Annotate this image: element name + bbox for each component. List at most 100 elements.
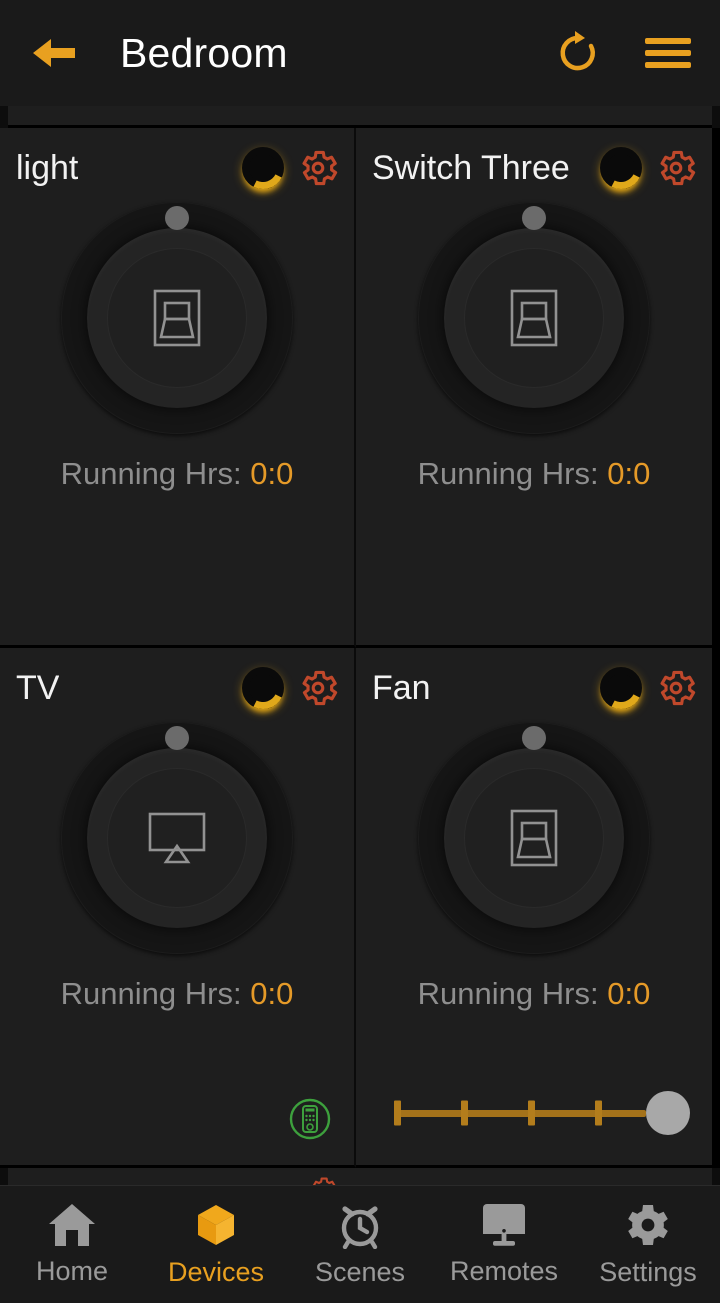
device-settings-button[interactable] [654,666,698,710]
running-hours-label: Running Hrs: [417,456,599,491]
header-actions [552,27,694,79]
power-toggle-icon[interactable] [242,667,284,709]
nav-item-settings[interactable]: Settings [576,1201,720,1288]
dial-position-indicator [165,726,189,750]
card-extras [0,1081,354,1141]
slider-tick [394,1100,401,1126]
gear-icon [660,670,696,706]
running-hours: Running Hrs: 0:0 [356,456,712,492]
menu-button[interactable] [642,27,694,79]
dial-wrapper [356,202,712,434]
device-card-switch-three[interactable]: Switch Three Running Hrs: 0:0 [356,128,712,648]
nav-item-devices[interactable]: Devices [144,1201,288,1288]
device-dial[interactable] [418,202,650,434]
device-grid: light Running Hrs: 0:0 Switch Three Runn… [0,128,720,1168]
nav-item-scenes[interactable]: Scenes [288,1201,432,1288]
dial-wrapper [0,202,354,434]
gear-icon [660,150,696,186]
card-header: light [0,128,354,194]
running-hours-value: 0:0 [607,456,651,491]
arrow-left-icon [33,39,75,67]
running-hours-value: 0:0 [250,456,294,491]
nav-label: Devices [167,1257,265,1287]
device-grid-scroll[interactable]: light Running Hrs: 0:0 Switch Three Runn… [0,106,720,1185]
refresh-button[interactable] [552,27,604,79]
device-name: light [16,148,79,187]
page-title: Bedroom [120,29,288,76]
device-name: TV [16,668,60,707]
previous-row-peek [8,106,712,128]
dial-position-indicator [165,206,189,230]
power-toggle-icon[interactable] [600,667,642,709]
device-card-tv[interactable]: TV Running Hrs: 0:0 [0,648,356,1168]
cube-icon [198,1205,234,1245]
running-hours-label: Running Hrs: [417,976,599,1011]
slider-tick [461,1100,468,1126]
running-hours: Running Hrs: 0:0 [0,456,354,492]
running-hours: Running Hrs: 0:0 [0,976,354,1012]
device-settings-button[interactable] [654,146,698,190]
app-header: Bedroom [0,0,720,106]
gear-icon [308,1174,338,1185]
running-hours-value: 0:0 [607,976,651,1011]
card-controls [600,146,698,190]
device-dial[interactable] [418,722,650,954]
dial-position-indicator [522,206,546,230]
tv-icon [148,812,206,864]
open-remote-button[interactable] [288,1097,332,1141]
rocker-switch-icon [153,289,201,347]
power-toggle-icon[interactable] [600,147,642,189]
card-controls [242,146,340,190]
running-hours-label: Running Hrs: [60,976,242,1011]
device-dial[interactable] [61,202,293,434]
remote-control-icon [289,1098,331,1140]
gear-icon [628,1205,668,1245]
refresh-icon [560,31,595,71]
slider-tick [528,1100,535,1126]
device-settings-button[interactable] [296,666,340,710]
rocker-switch-icon [510,809,558,867]
running-hours-label: Running Hrs: [60,456,242,491]
hamburger-menu-icon [645,38,691,68]
device-name: Fan [372,668,431,707]
gear-icon [302,150,338,186]
device-name: Switch Three [372,148,570,187]
dial-center [464,248,604,388]
device-card-fan[interactable]: Fan Running Hrs: 0:0 [356,648,712,1168]
nav-item-remotes[interactable]: Remotes [432,1202,576,1287]
card-header: TV [0,648,354,714]
slider-thumb[interactable] [646,1091,690,1135]
nav-item-home[interactable]: Home [0,1202,144,1287]
back-button[interactable] [26,25,82,81]
dial-position-indicator [522,726,546,750]
next-row-peek [8,1168,712,1185]
running-hours: Running Hrs: 0:0 [356,976,712,1012]
running-hours-value: 0:0 [250,976,294,1011]
app-root: Bedroom light Running Hrs: 0:0 Switch Th… [0,0,720,1303]
dial-wrapper [0,722,354,954]
card-header: Fan [356,648,712,714]
nav-label: Settings [599,1257,697,1287]
dial-center [107,768,247,908]
device-settings-button[interactable] [296,146,340,190]
dial-center [464,768,604,908]
dial-center [107,248,247,388]
rocker-switch-icon [510,289,558,347]
slider-track [396,1109,646,1117]
nav-label: Scenes [314,1257,406,1287]
monitor-icon [483,1204,525,1246]
power-toggle-icon[interactable] [242,147,284,189]
card-controls [242,666,340,710]
bottom-navigation: Home Devices Scenes Remotes Settings [0,1185,720,1303]
fan-speed-slider[interactable] [386,1091,690,1135]
alarm-clock-icon [341,1206,379,1249]
home-icon [49,1204,95,1246]
device-card-light[interactable]: light Running Hrs: 0:0 [0,128,356,648]
nav-label: Home [35,1256,109,1286]
nav-label: Remotes [449,1256,559,1286]
slider-tick [595,1100,602,1126]
dial-wrapper [356,722,712,954]
device-dial[interactable] [61,722,293,954]
card-extras [356,1081,712,1141]
card-controls [600,666,698,710]
